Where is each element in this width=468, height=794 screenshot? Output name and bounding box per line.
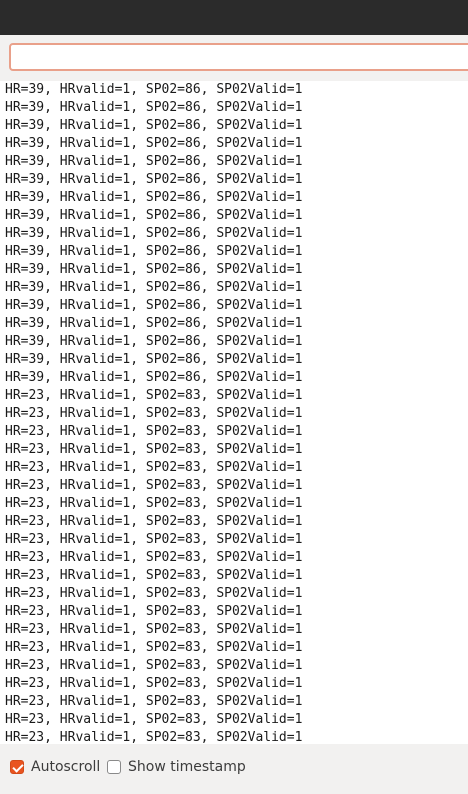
serial-output-line: HR=23, HRvalid=1, SP02=83, SP02Valid=1 [5, 424, 303, 439]
serial-output-line: HR=23, HRvalid=1, SP02=83, SP02Valid=1 [5, 406, 303, 421]
serial-output-line: HR=23, HRvalid=1, SP02=83, SP02Valid=1 [5, 442, 303, 457]
serial-output-line: HR=23, HRvalid=1, SP02=83, SP02Valid=1 [5, 730, 303, 744]
serial-output-line: HR=23, HRvalid=1, SP02=83, SP02Valid=1 [5, 712, 303, 727]
serial-output-line: HR=23, HRvalid=1, SP02=83, SP02Valid=1 [5, 496, 303, 511]
autoscroll-label[interactable]: Autoscroll [31, 759, 100, 775]
serial-output-area[interactable]: HR=39, HRvalid=1, SP02=86, SP02Valid=1 HR… [0, 81, 468, 744]
serial-output-line: HR=23, HRvalid=1, SP02=83, SP02Valid=1 [5, 586, 303, 601]
serial-output-line: HR=23, HRvalid=1, SP02=83, SP02Valid=1 [5, 676, 303, 691]
serial-output-line: HR=39, HRvalid=1, SP02=86, SP02Valid=1 [5, 190, 303, 205]
autoscroll-checkbox[interactable] [10, 760, 24, 774]
serial-output-line: HR=23, HRvalid=1, SP02=83, SP02Valid=1 [5, 604, 303, 619]
serial-output-line: HR=39, HRvalid=1, SP02=86, SP02Valid=1 [5, 298, 303, 313]
serial-output-line: HR=39, HRvalid=1, SP02=86, SP02Valid=1 [5, 262, 303, 277]
serial-output-line: HR=39, HRvalid=1, SP02=86, SP02Valid=1 [5, 244, 303, 259]
serial-output-line: HR=39, HRvalid=1, SP02=86, SP02Valid=1 [5, 334, 303, 349]
serial-output-line: HR=39, HRvalid=1, SP02=86, SP02Valid=1 [5, 118, 303, 133]
send-bar [0, 35, 468, 81]
serial-output-line: HR=23, HRvalid=1, SP02=83, SP02Valid=1 [5, 460, 303, 475]
serial-output-line: HR=39, HRvalid=1, SP02=86, SP02Valid=1 [5, 226, 303, 241]
serial-output-line: HR=23, HRvalid=1, SP02=83, SP02Valid=1 [5, 694, 303, 709]
serial-output-line: HR=39, HRvalid=1, SP02=86, SP02Valid=1 [5, 172, 303, 187]
serial-output-line: HR=39, HRvalid=1, SP02=86, SP02Valid=1 [5, 154, 303, 169]
show-timestamp-checkbox[interactable] [107, 760, 121, 774]
serial-output-line: HR=39, HRvalid=1, SP02=86, SP02Valid=1 [5, 352, 303, 367]
serial-output-line: HR=39, HRvalid=1, SP02=86, SP02Valid=1 [5, 100, 303, 115]
serial-output-line: HR=39, HRvalid=1, SP02=86, SP02Valid=1 [5, 136, 303, 151]
show-timestamp-label[interactable]: Show timestamp [128, 759, 246, 775]
serial-output-line: HR=39, HRvalid=1, SP02=86, SP02Valid=1 [5, 82, 303, 97]
serial-output-line: HR=23, HRvalid=1, SP02=83, SP02Valid=1 [5, 658, 303, 673]
footer-bar: Autoscroll Show timestamp [0, 744, 468, 794]
serial-output-line: HR=39, HRvalid=1, SP02=86, SP02Valid=1 [5, 370, 303, 385]
serial-output-line: HR=23, HRvalid=1, SP02=83, SP02Valid=1 [5, 568, 303, 583]
serial-output-line: HR=39, HRvalid=1, SP02=86, SP02Valid=1 [5, 280, 303, 295]
serial-output-line: HR=23, HRvalid=1, SP02=83, SP02Valid=1 [5, 514, 303, 529]
serial-output-log: HR=39, HRvalid=1, SP02=86, SP02Valid=1 HR… [0, 81, 468, 744]
serial-output-line: HR=39, HRvalid=1, SP02=86, SP02Valid=1 [5, 208, 303, 223]
window-titlebar [0, 0, 468, 35]
serial-output-line: HR=23, HRvalid=1, SP02=83, SP02Valid=1 [5, 622, 303, 637]
serial-send-input[interactable] [9, 43, 468, 71]
serial-output-line: HR=23, HRvalid=1, SP02=83, SP02Valid=1 [5, 550, 303, 565]
serial-output-line: HR=23, HRvalid=1, SP02=83, SP02Valid=1 [5, 478, 303, 493]
serial-output-line: HR=23, HRvalid=1, SP02=83, SP02Valid=1 [5, 532, 303, 547]
serial-output-line: HR=23, HRvalid=1, SP02=83, SP02Valid=1 [5, 388, 303, 403]
serial-output-line: HR=23, HRvalid=1, SP02=83, SP02Valid=1 [5, 640, 303, 655]
serial-output-line: HR=39, HRvalid=1, SP02=86, SP02Valid=1 [5, 316, 303, 331]
